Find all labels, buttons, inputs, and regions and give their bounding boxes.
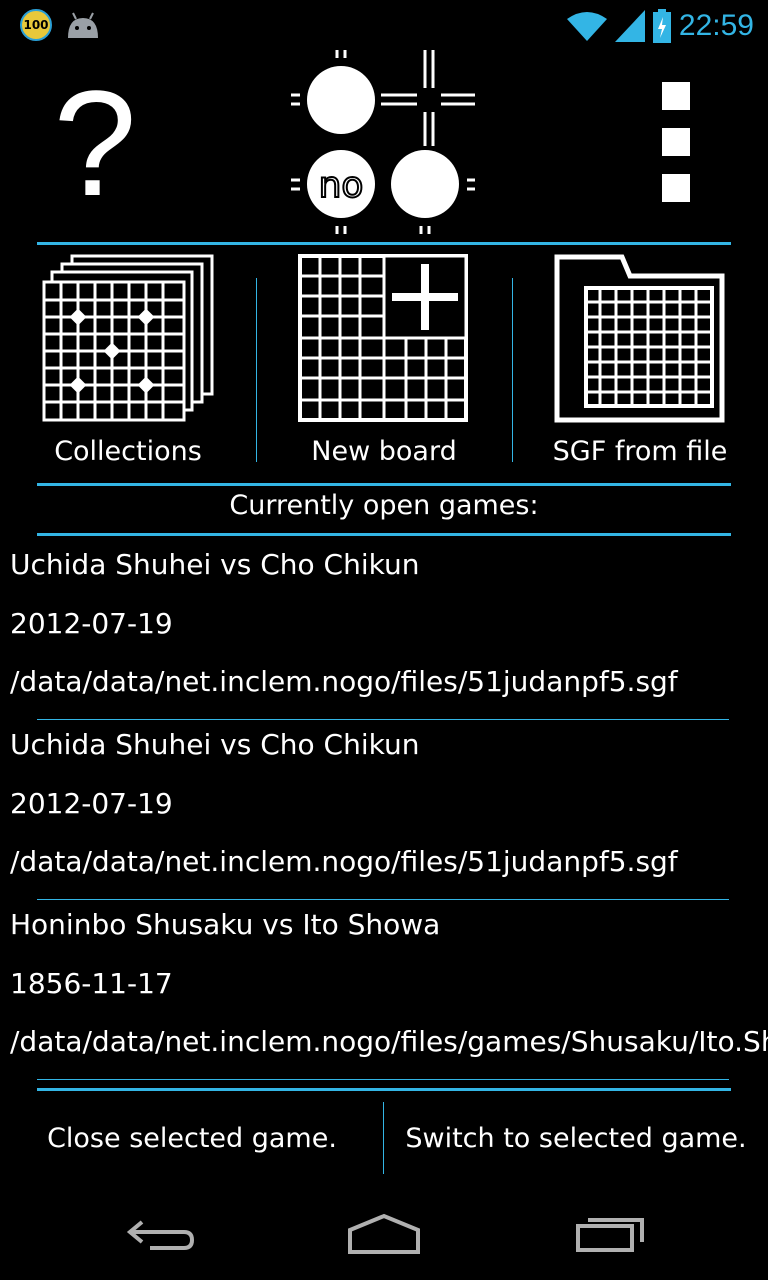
signal-icon — [614, 10, 645, 42]
action-tiles: Collections New board SGF from file — [0, 248, 768, 480]
list-divider — [37, 1079, 729, 1080]
divider — [37, 533, 731, 536]
game-title: Uchida Shuhei vs Cho Chikun — [10, 728, 420, 761]
list-item[interactable]: Uchida Shuhei vs Cho Chikun 2012-07-19 /… — [0, 540, 768, 720]
game-path: /data/data/net.inclem.nogo/files/51judan… — [10, 665, 678, 698]
divider — [37, 242, 731, 245]
game-path: /data/data/net.inclem.nogo/files/games/S… — [10, 1025, 768, 1058]
new-board-label: New board — [311, 436, 457, 467]
home-icon[interactable] — [344, 1208, 424, 1264]
sgf-from-file-label: SGF from file — [552, 436, 728, 467]
folder-icon — [554, 254, 725, 423]
logo-text: no — [319, 165, 364, 206]
new-board-button[interactable]: New board — [256, 248, 512, 480]
close-game-button[interactable]: Close selected game. — [0, 1100, 384, 1178]
top-bar: ? no — [0, 50, 768, 240]
sgf-from-file-button[interactable]: SGF from file — [512, 248, 768, 480]
status-bar: 100 22:59 — [0, 0, 768, 50]
divider — [37, 483, 731, 486]
divider — [37, 1088, 731, 1091]
open-games-list: Uchida Shuhei vs Cho Chikun 2012-07-19 /… — [0, 540, 768, 1080]
switch-game-button[interactable]: Switch to selected game. — [384, 1100, 768, 1178]
game-date: 1856-11-17 — [10, 967, 173, 1000]
bottom-button-bar: Close selected game. Switch to selected … — [0, 1100, 768, 1178]
collections-label: Collections — [54, 436, 202, 467]
navigation-bar — [0, 1196, 768, 1280]
battery-icon — [652, 9, 671, 43]
help-button[interactable]: ? — [50, 68, 140, 218]
list-item[interactable]: Honinbo Shusaku vs Ito Showa 1856-11-17 … — [0, 900, 768, 1080]
game-title: Honinbo Shusaku vs Ito Showa — [10, 908, 441, 941]
open-games-header: Currently open games: — [229, 490, 539, 521]
game-title: Uchida Shuhei vs Cho Chikun — [10, 548, 420, 581]
collections-button[interactable]: Collections — [0, 248, 256, 480]
back-icon[interactable] — [122, 1208, 198, 1264]
badge-icon: 100 — [20, 9, 52, 41]
game-date: 2012-07-19 — [10, 787, 173, 820]
android-icon — [68, 12, 98, 38]
overflow-menu-icon[interactable] — [650, 82, 702, 202]
clock: 22:59 — [678, 9, 754, 42]
game-date: 2012-07-19 — [10, 607, 173, 640]
recents-icon[interactable] — [572, 1208, 648, 1264]
list-item[interactable]: Uchida Shuhei vs Cho Chikun 2012-07-19 /… — [0, 720, 768, 900]
new-board-icon — [298, 254, 468, 422]
app-logo: no — [291, 50, 475, 234]
collections-icon — [42, 254, 214, 422]
wifi-icon — [566, 12, 607, 41]
game-path: /data/data/net.inclem.nogo/files/51judan… — [10, 845, 678, 878]
